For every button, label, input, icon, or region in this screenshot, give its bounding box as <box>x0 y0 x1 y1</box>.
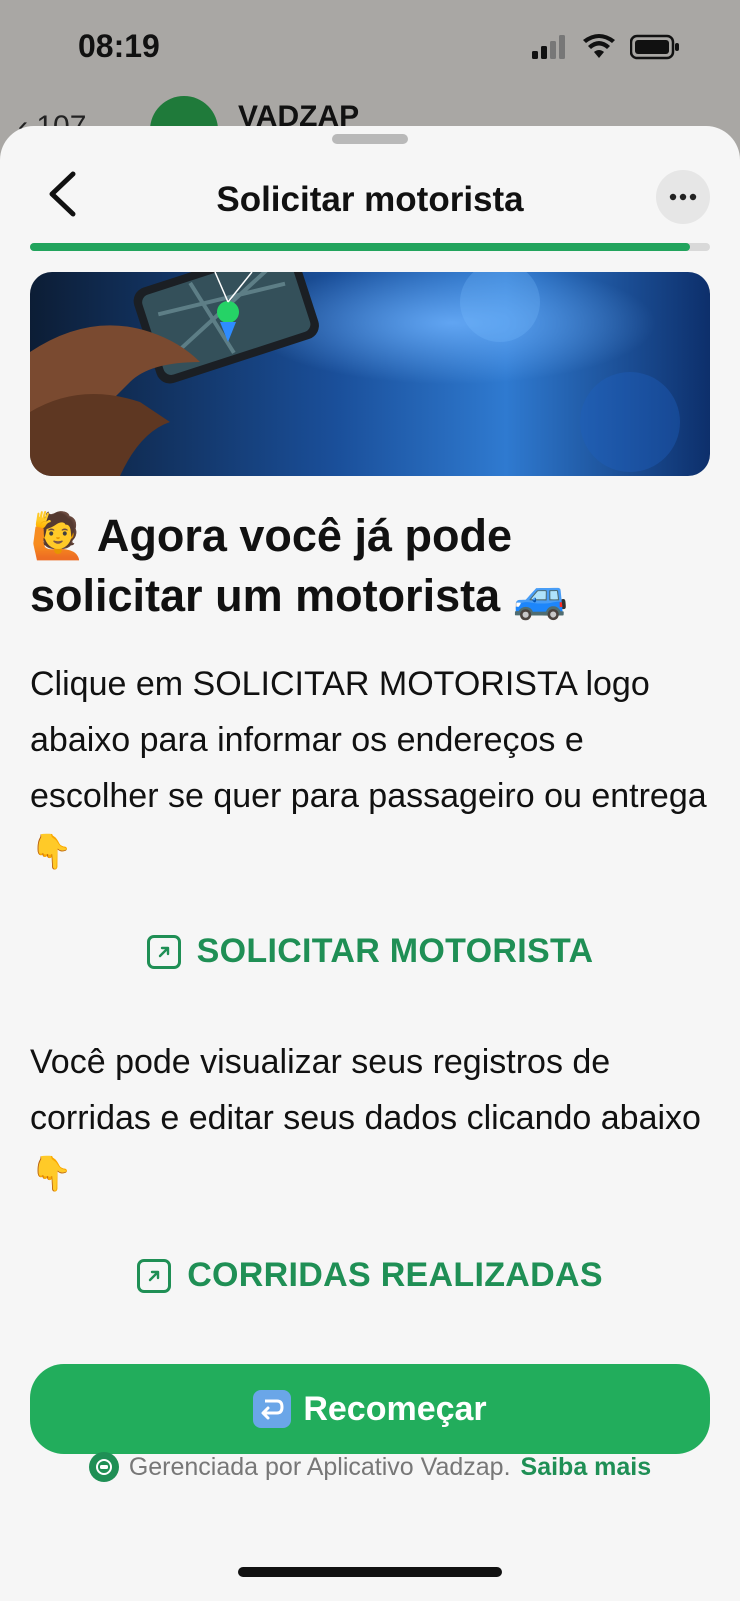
page-title: Solicitar motorista <box>216 180 524 219</box>
return-arrow-icon <box>253 1390 292 1428</box>
external-link-icon <box>137 1258 172 1293</box>
headline-line-2: solicitar um motorista 🚙 <box>30 570 569 621</box>
home-indicator <box>238 1567 502 1577</box>
status-icons <box>532 34 680 65</box>
restart-button[interactable]: Recomeçar <box>30 1364 710 1454</box>
status-bar: 08:19 <box>0 0 740 100</box>
sheet-header: Solicitar motorista <box>0 146 740 246</box>
request-driver-link[interactable]: SOLICITAR MOTORISTA <box>0 932 740 971</box>
battery-icon <box>629 34 680 65</box>
rides-history-link[interactable]: CORRIDAS REALIZADAS <box>0 1256 740 1295</box>
footer: Gerenciada por Aplicativo Vadzap. Saiba … <box>0 1452 740 1482</box>
instruction-text: Clique em SOLICITAR MOTORISTA logo abaix… <box>30 665 707 871</box>
restart-label: Recomeçar <box>303 1389 487 1428</box>
signal-icon <box>532 35 568 64</box>
headline: 🙋 Agora você já pode solicitar um motori… <box>30 506 720 626</box>
flow-sheet: Solicitar motorista 🙋 Agora você já pode… <box>0 126 740 1601</box>
headline-line-1: 🙋 Agora você já pode <box>30 510 512 561</box>
request-driver-label: SOLICITAR MOTORISTA <box>196 932 594 970</box>
hero-image <box>30 272 710 476</box>
progress-bar <box>30 243 710 251</box>
status-time: 08:19 <box>78 28 160 64</box>
vadzap-logo-icon <box>88 1452 119 1482</box>
rides-history-label: CORRIDAS REALIZADAS <box>187 1256 603 1294</box>
external-link-icon <box>146 934 181 969</box>
progress-fill <box>30 243 690 251</box>
history-text: Você pode visualizar seus registros de c… <box>30 1043 701 1193</box>
footer-text: Gerenciada por Aplicativo Vadzap. <box>128 1452 511 1481</box>
more-options-button[interactable] <box>656 170 710 224</box>
wifi-icon <box>582 34 616 65</box>
sheet-grabber[interactable] <box>332 134 408 144</box>
learn-more-link[interactable]: Saiba mais <box>521 1453 652 1482</box>
more-icon <box>669 193 697 201</box>
